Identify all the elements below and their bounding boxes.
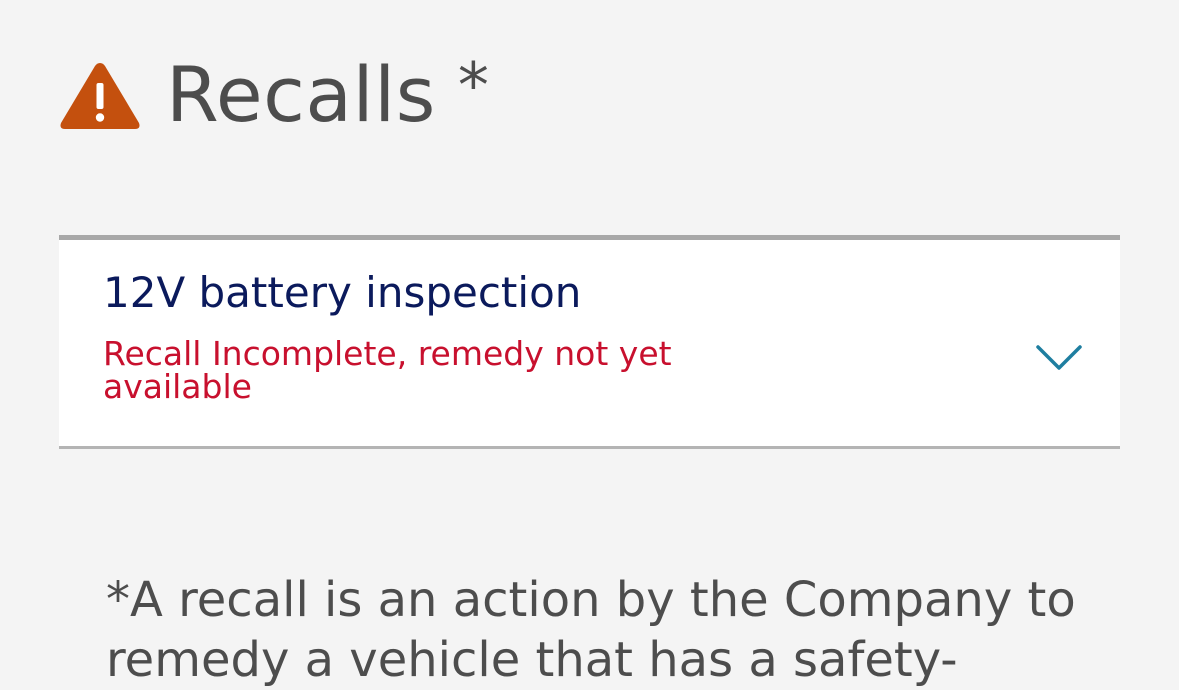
recall-status: Recall Incomplete, remedy not yet availa… [103, 334, 672, 406]
warning-triangle-icon [60, 63, 140, 129]
recalls-header: Recalls * [58, 50, 489, 140]
recall-footnote: *A recall is an action by the Company to… [106, 572, 1076, 688]
chevron-down-icon[interactable] [1035, 342, 1083, 372]
recall-item[interactable]: 12V battery inspection Recall Incomplete… [59, 235, 1120, 449]
title-asterisk: * [457, 49, 490, 122]
page-title: Recalls * [166, 55, 489, 133]
page-title-text: Recalls [166, 50, 436, 139]
recall-name: 12V battery inspection [103, 268, 582, 317]
